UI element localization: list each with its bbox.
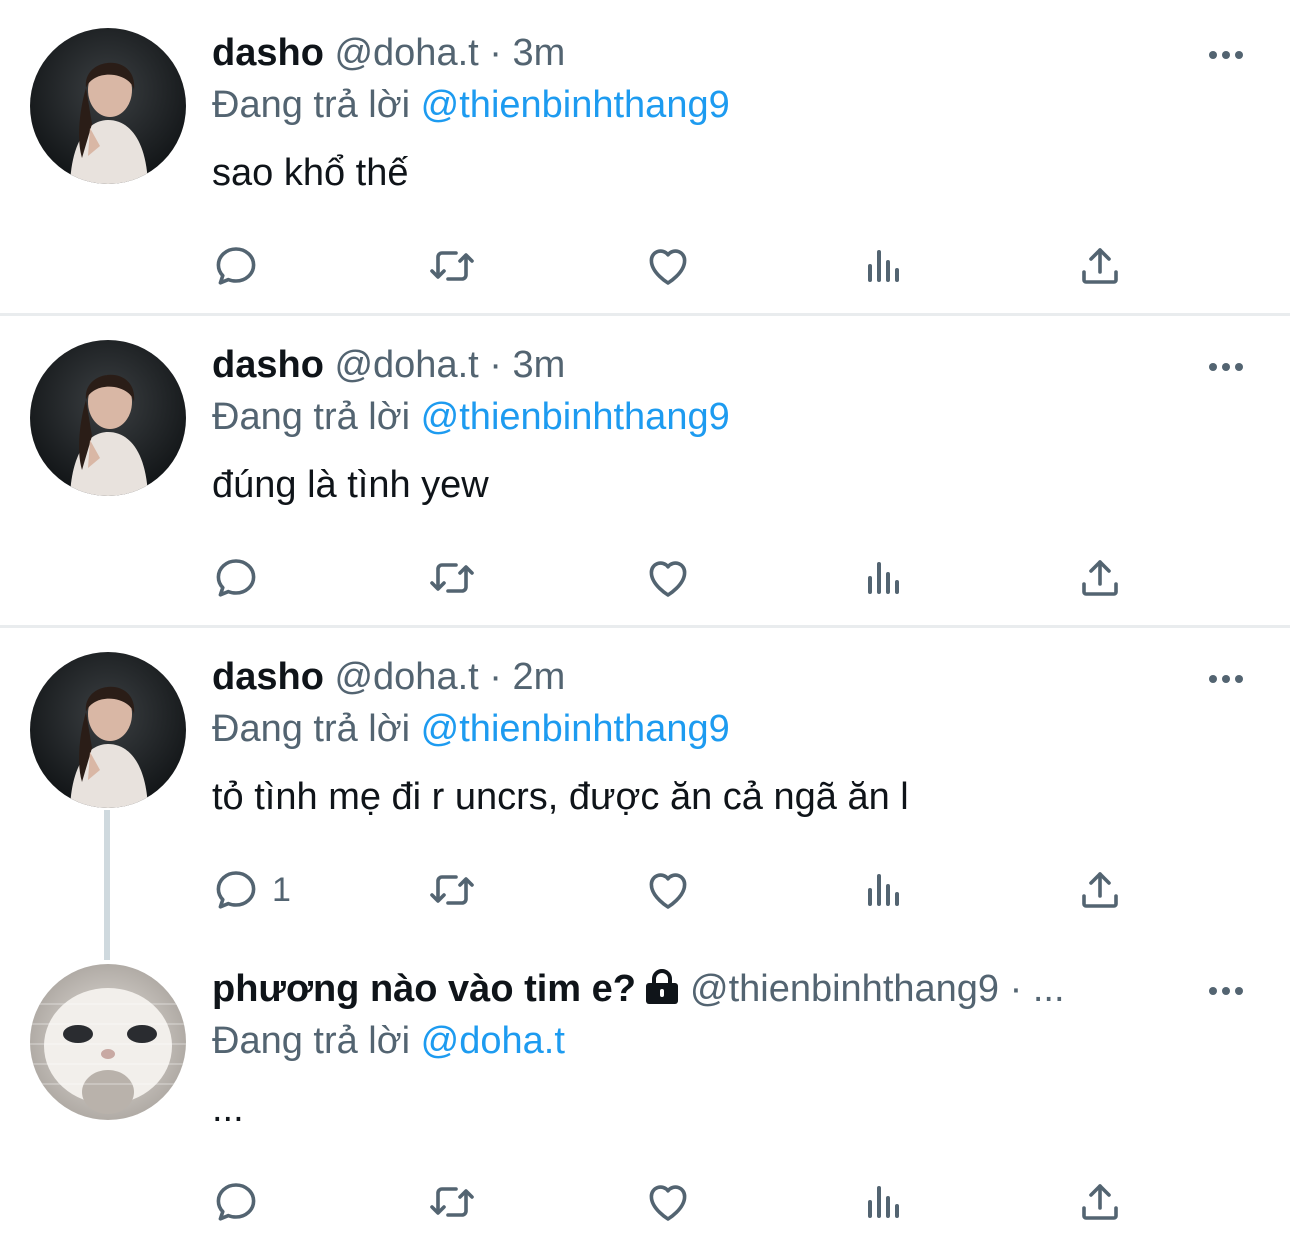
timestamp[interactable]: ... — [1033, 968, 1065, 1010]
user-handle[interactable]: @doha.t — [334, 32, 478, 74]
tweet-text: đúng là tình yew — [212, 464, 489, 506]
views-button[interactable] — [860, 1176, 908, 1228]
tweet-text: sao khổ thế — [212, 152, 409, 194]
retweet-icon — [428, 554, 476, 602]
timestamp[interactable]: 3m — [512, 32, 565, 74]
reply-button[interactable] — [212, 552, 272, 604]
reply-button[interactable] — [212, 1176, 272, 1228]
replying-to: Đang trả lời @thienbinhthang9 — [212, 394, 730, 440]
replying-to-label: Đang trả lời — [212, 708, 411, 750]
separator-dot: · — [489, 656, 502, 698]
avatar[interactable] — [30, 652, 186, 808]
share-button[interactable] — [1076, 552, 1124, 604]
retweet-button[interactable] — [428, 864, 476, 916]
share-icon — [1076, 866, 1124, 914]
replying-to: Đang trả lời @doha.t — [212, 1018, 565, 1064]
separator-dot: · — [489, 32, 502, 74]
retweet-button[interactable] — [428, 240, 476, 292]
tweet-text: ... — [212, 1088, 244, 1130]
reply-button[interactable]: 1 — [212, 864, 291, 916]
mention-link[interactable]: @thienbinhthang9 — [421, 396, 730, 438]
more-horizontal-icon[interactable] — [1204, 352, 1248, 382]
reply-icon — [212, 1178, 260, 1226]
replying-to-label: Đang trả lời — [212, 1020, 411, 1062]
reply-icon — [212, 242, 260, 290]
reply-icon — [212, 554, 260, 602]
like-button[interactable] — [644, 1176, 692, 1228]
action-bar — [212, 1176, 1132, 1228]
share-button[interactable] — [1076, 240, 1124, 292]
tweet[interactable]: phương nào vào tim e? @thienbinhthang9 · … — [0, 936, 1290, 1247]
reply-count: 1 — [272, 870, 291, 909]
share-icon — [1076, 1178, 1124, 1226]
user-handle[interactable]: @doha.t — [334, 344, 478, 386]
tweet[interactable]: dasho @doha.t · 3m Đang trả lời @thienbi… — [0, 312, 1290, 626]
more-horizontal-icon[interactable] — [1204, 976, 1248, 1006]
heart-icon — [644, 554, 692, 602]
views-button[interactable] — [860, 552, 908, 604]
user-handle[interactable]: @doha.t — [334, 656, 478, 698]
more-horizontal-icon[interactable] — [1204, 40, 1248, 70]
replying-to: Đang trả lời @thienbinhthang9 — [212, 706, 730, 752]
analytics-icon — [860, 242, 908, 290]
avatar[interactable] — [30, 964, 186, 1120]
replying-to: Đang trả lời @thienbinhthang9 — [212, 82, 730, 128]
like-button[interactable] — [644, 864, 692, 916]
retweet-icon — [428, 866, 476, 914]
action-bar — [212, 552, 1132, 604]
share-button[interactable] — [1076, 1176, 1124, 1228]
retweet-button[interactable] — [428, 1176, 476, 1228]
replying-to-label: Đang trả lời — [212, 84, 411, 126]
display-name[interactable]: dasho — [212, 344, 324, 386]
tweet[interactable]: dasho @doha.t · 3m Đang trả lời @thienbi… — [0, 0, 1290, 314]
analytics-icon — [860, 554, 908, 602]
tweet-header: dasho @doha.t · 3m — [212, 30, 565, 76]
separator-dot: · — [1009, 968, 1023, 1010]
tweet[interactable]: dasho @doha.t · 2m Đang trả lời @thienbi… — [0, 624, 1290, 936]
like-button[interactable] — [644, 240, 692, 292]
separator-dot: · — [489, 344, 502, 386]
avatar[interactable] — [30, 28, 186, 184]
retweet-button[interactable] — [428, 552, 476, 604]
more-horizontal-icon[interactable] — [1204, 664, 1248, 694]
reply-button[interactable] — [212, 240, 272, 292]
tweet-header: dasho @doha.t · 2m — [212, 654, 565, 700]
mention-link[interactable]: @thienbinhthang9 — [421, 708, 730, 750]
views-button[interactable] — [860, 240, 908, 292]
share-button[interactable] — [1076, 864, 1124, 916]
heart-icon — [644, 1178, 692, 1226]
views-button[interactable] — [860, 864, 908, 916]
timestamp[interactable]: 2m — [512, 656, 565, 698]
display-name[interactable]: phương nào vào tim e? — [212, 968, 636, 1010]
share-icon — [1076, 242, 1124, 290]
heart-icon — [644, 242, 692, 290]
heart-icon — [644, 866, 692, 914]
display-name[interactable]: dasho — [212, 656, 324, 698]
user-handle[interactable]: @thienbinhthang9 — [690, 968, 999, 1010]
action-bar — [212, 240, 1132, 292]
like-button[interactable] — [644, 552, 692, 604]
reply-icon — [212, 866, 260, 914]
action-bar: 1 — [212, 864, 1132, 916]
display-name[interactable]: dasho — [212, 32, 324, 74]
replying-to-label: Đang trả lời — [212, 396, 411, 438]
retweet-icon — [428, 1178, 476, 1226]
mention-link[interactable]: @thienbinhthang9 — [421, 84, 730, 126]
retweet-icon — [428, 242, 476, 290]
lock-icon — [646, 969, 678, 1004]
mention-link[interactable]: @doha.t — [421, 1020, 565, 1062]
timestamp[interactable]: 3m — [512, 344, 565, 386]
tweet-header: phương nào vào tim e? @thienbinhthang9 · … — [212, 966, 1065, 1012]
tweet-text: tỏ tình mẹ đi r uncrs, được ăn cả ngã ăn… — [212, 776, 909, 818]
share-icon — [1076, 554, 1124, 602]
analytics-icon — [860, 1178, 908, 1226]
avatar[interactable] — [30, 340, 186, 496]
tweet-header: dasho @doha.t · 3m — [212, 342, 565, 388]
analytics-icon — [860, 866, 908, 914]
